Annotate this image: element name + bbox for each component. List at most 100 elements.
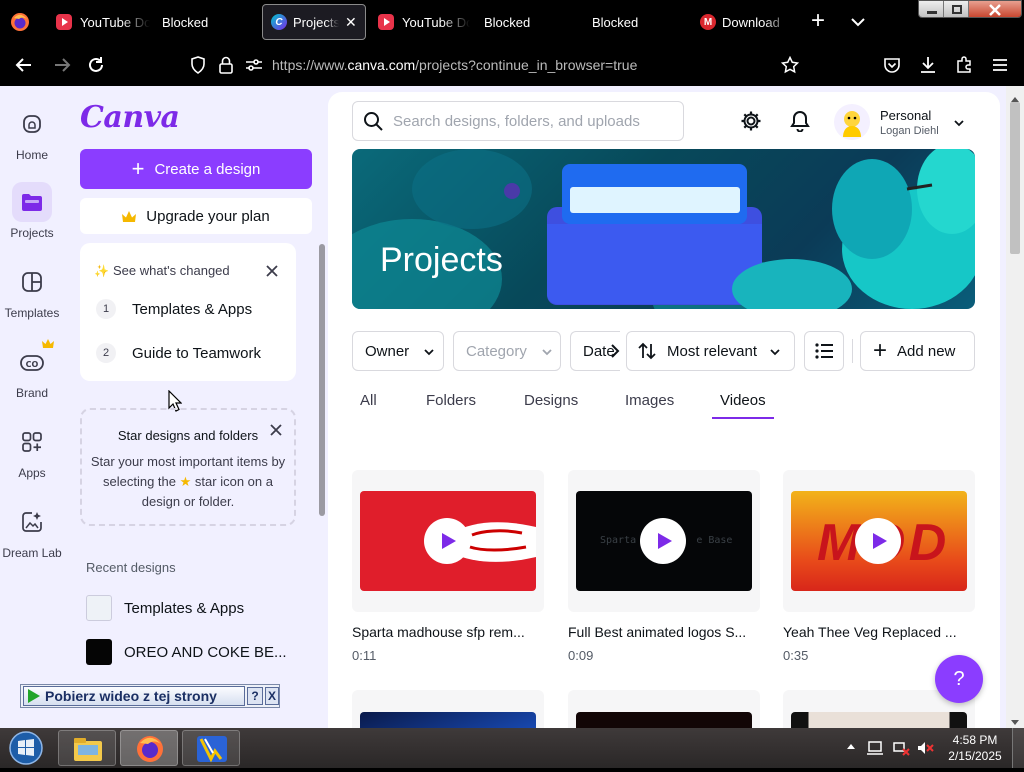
video-card[interactable]: Sparta e Base Full Best animated logos S… — [568, 470, 760, 663]
create-design-button[interactable]: + Create a design — [80, 149, 312, 189]
video-card[interactable] — [568, 690, 760, 728]
page-scrollbar[interactable] — [1006, 86, 1024, 728]
forward-arrow-icon[interactable] — [46, 44, 78, 86]
show-hidden-icons-arrow-icon[interactable] — [846, 740, 856, 754]
action-center-flag-icon[interactable] — [866, 740, 884, 756]
notifications-bell-icon[interactable] — [790, 110, 810, 133]
scrollbar-thumb[interactable] — [1010, 102, 1020, 254]
settings-gear-icon[interactable] — [740, 110, 762, 132]
minimize-window-icon[interactable] — [919, 1, 944, 17]
video-card[interactable] — [352, 690, 544, 728]
close-icon[interactable] — [268, 422, 284, 438]
tab-label: YouTube Do — [402, 14, 470, 30]
list-view-button[interactable] — [804, 331, 844, 371]
sidebar-scrollbar[interactable] — [319, 244, 325, 516]
step-number: 2 — [96, 343, 116, 363]
browser-tab-strip: YouTube Do Blocked C Projects ✕ YouTube … — [0, 0, 1024, 44]
reload-icon[interactable] — [80, 44, 112, 86]
brand-icon: CO — [12, 339, 54, 382]
main-panel: Search designs, folders, and uploads Per… — [328, 92, 1000, 728]
owner-filter[interactable]: Owner — [352, 331, 444, 371]
whats-changed-item-2[interactable]: 2 Guide to Teamwork — [96, 343, 261, 363]
video-thumbnail: Sparta e Base — [576, 491, 752, 591]
add-new-button[interactable]: + Add new — [860, 331, 975, 371]
download-video-button[interactable]: Pobierz wideo z tej strony — [23, 686, 245, 706]
scroll-down-arrow-icon[interactable] — [1010, 714, 1020, 725]
extension-close-button[interactable]: X — [265, 687, 279, 705]
whats-changed-item-1[interactable]: 1 Templates & Apps — [96, 299, 252, 319]
add-new-label: Add new — [897, 342, 956, 360]
taskbar-firefox[interactable] — [120, 730, 178, 766]
recent-design-item[interactable]: OREO AND COKE BE... — [86, 638, 308, 666]
projects-sidebar: Canva + Create a design Upgrade your pla… — [64, 86, 328, 728]
browser-tab-blocked-1[interactable]: Blocked — [152, 4, 252, 40]
downloads-icon[interactable] — [912, 44, 944, 86]
back-arrow-icon[interactable] — [8, 44, 40, 86]
rail-label: Brand — [15, 386, 49, 400]
bookmark-star-icon[interactable] — [774, 44, 806, 86]
url-field[interactable]: https://www.canva.com/projects?continue_… — [272, 44, 637, 86]
browser-tab-youtube-downloader-1[interactable]: YouTube Do — [52, 4, 150, 40]
extensions-puzzle-icon[interactable] — [948, 44, 980, 86]
close-tab-icon[interactable]: ✕ — [345, 14, 357, 31]
rail-item-projects[interactable]: Projects — [0, 182, 64, 240]
tab-images[interactable]: Images — [625, 392, 674, 409]
rail-item-templates[interactable]: Templates — [0, 262, 64, 320]
browser-tab-blocked-2[interactable]: Blocked — [474, 4, 574, 40]
firefox-icon — [137, 736, 163, 762]
firefox-menu-icon[interactable] — [10, 12, 30, 32]
extension-help-button[interactable]: ? — [247, 687, 263, 705]
restore-window-icon[interactable] — [944, 1, 969, 17]
hamburger-menu-icon[interactable] — [984, 44, 1016, 86]
browser-tab-youtube-downloader-2[interactable]: YouTube Do — [374, 4, 470, 40]
whats-changed-header: ✨ See what's changed — [94, 263, 230, 278]
video-download-extension-bar: Pobierz wideo z tej strony ? X — [20, 684, 280, 708]
sort-dropdown[interactable]: Most relevant — [626, 331, 795, 371]
category-filter[interactable]: Category — [453, 331, 561, 371]
canva-icon: C — [271, 14, 287, 30]
close-window-icon[interactable] — [969, 1, 1021, 17]
recent-design-label: OREO AND COKE BE... — [124, 643, 287, 661]
rail-item-home[interactable]: Home — [0, 104, 64, 162]
volume-muted-icon[interactable] — [916, 740, 934, 756]
clock-date: 2/15/2025 — [948, 749, 1002, 763]
folder-icon — [12, 182, 52, 222]
video-card[interactable]: Sparta madhouse sfp rem... 0:11 — [352, 470, 544, 663]
browser-tab-projects[interactable]: C Projects ✕ — [262, 4, 366, 40]
close-icon[interactable] — [264, 263, 280, 279]
taskbar-clock[interactable]: 4:58 PM 2/15/2025 — [940, 732, 1010, 764]
list-all-tabs-chevron-icon[interactable] — [848, 12, 868, 32]
tab-all[interactable]: All — [360, 392, 377, 409]
taskbar-explorer[interactable] — [58, 730, 116, 766]
pocket-icon[interactable] — [876, 44, 908, 86]
scroll-right-chevron-icon[interactable] — [608, 342, 622, 360]
recent-design-item[interactable]: Templates & Apps — [86, 594, 308, 622]
browser-tab-download[interactable]: M Download — [696, 4, 792, 40]
tab-videos[interactable]: Videos — [720, 392, 766, 409]
video-card[interactable]: MOD Yeah Thee Veg Replaced ... 0:35 — [783, 470, 975, 663]
help-button[interactable]: ? — [935, 655, 983, 703]
star-tip-body: Star your most important items by select… — [86, 452, 290, 512]
video-thumbnail: MOD — [791, 491, 967, 591]
search-input[interactable]: Search designs, folders, and uploads — [352, 101, 684, 141]
network-error-icon[interactable] — [892, 740, 910, 756]
taskbar-video-app[interactable] — [182, 730, 240, 766]
show-desktop-button[interactable] — [1012, 728, 1024, 768]
rail-item-dream-lab[interactable]: Dream Lab — [0, 502, 64, 560]
new-tab-button[interactable]: + — [806, 6, 830, 38]
account-menu[interactable]: Personal Logan Diehl — [834, 102, 978, 142]
url-domain: canva.com — [347, 57, 416, 73]
video-thumbnail-frame — [352, 470, 544, 612]
tab-folders[interactable]: Folders — [426, 392, 476, 409]
upgrade-plan-button[interactable]: Upgrade your plan — [80, 198, 312, 234]
rail-item-apps[interactable]: Apps — [0, 422, 64, 480]
start-button[interactable] — [4, 730, 48, 766]
rail-item-brand[interactable]: CO Brand — [0, 339, 64, 400]
browser-tab-blocked-3[interactable]: Blocked — [582, 4, 686, 40]
tab-designs[interactable]: Designs — [524, 392, 578, 409]
site-permissions-icon[interactable] — [238, 44, 270, 86]
browser-navigation-bar: https://www.canva.com/projects?continue_… — [0, 44, 1024, 86]
account-text: Personal Logan Diehl — [880, 108, 939, 137]
canva-logo[interactable]: Canva — [80, 100, 180, 135]
scroll-up-arrow-icon[interactable] — [1010, 90, 1020, 102]
